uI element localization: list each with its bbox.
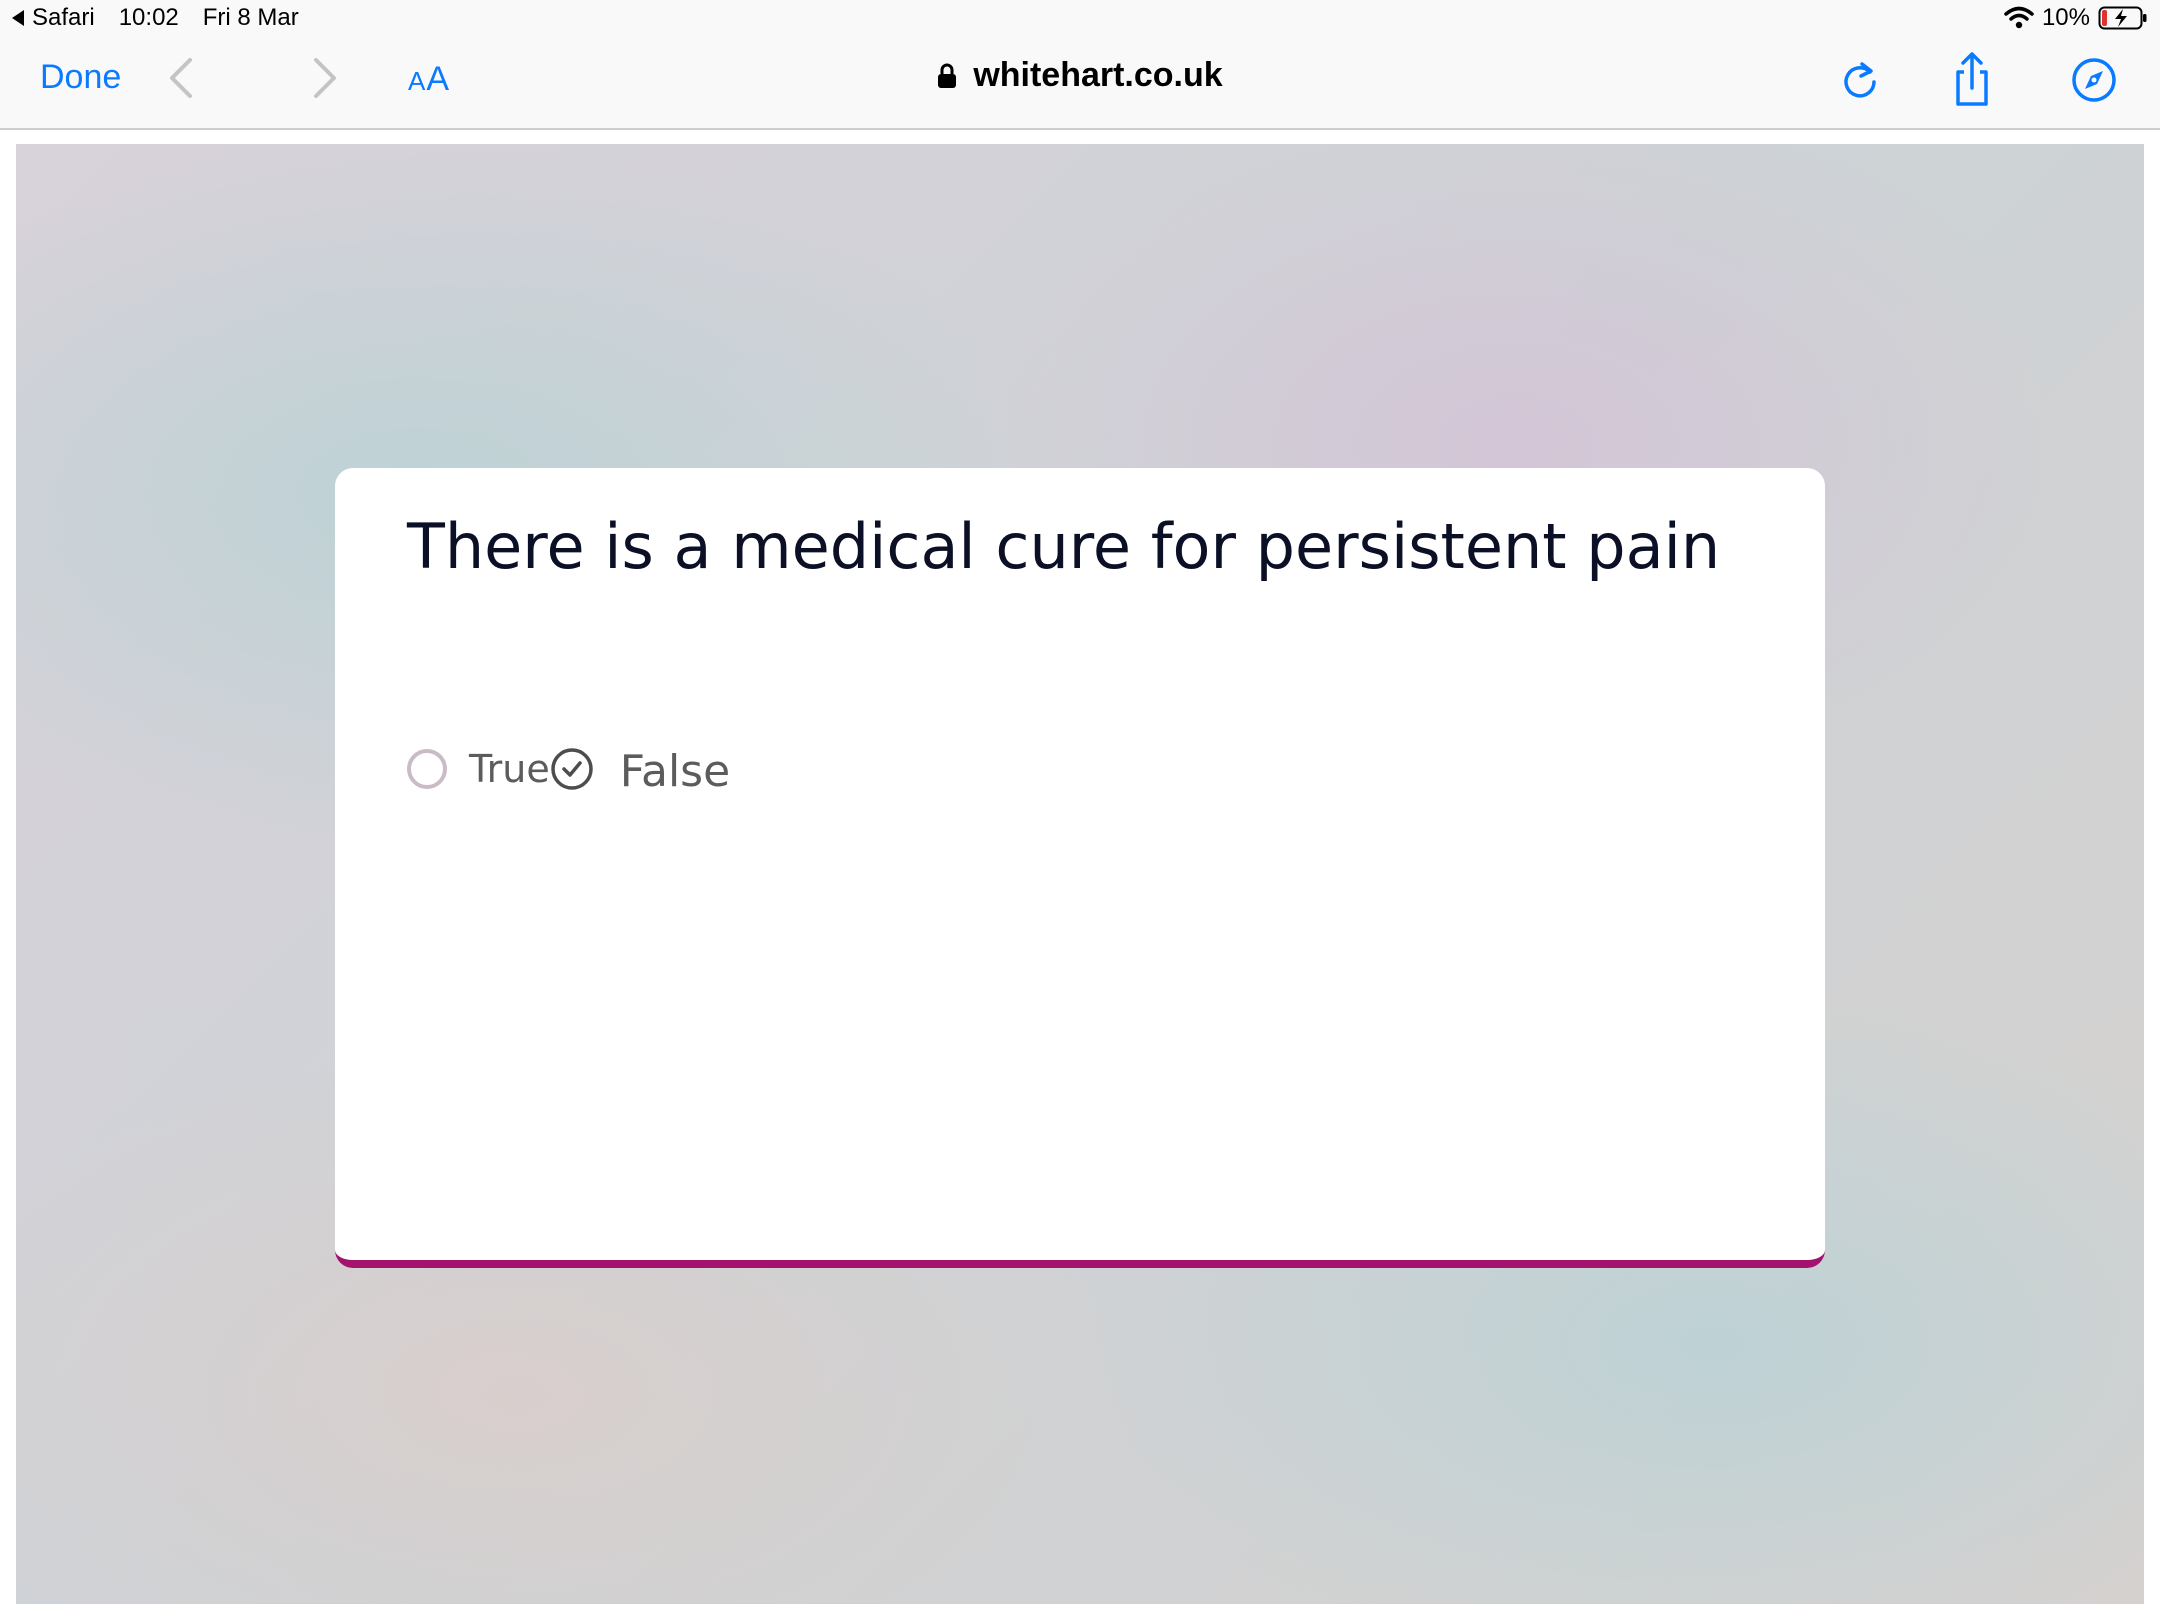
answer-options: True False bbox=[407, 740, 730, 797]
question-card: There is a medical cure for persistent p… bbox=[335, 468, 1825, 1268]
lock-icon bbox=[938, 63, 957, 88]
share-icon[interactable] bbox=[1942, 50, 2002, 110]
status-date: Fri 8 Mar bbox=[202, 4, 299, 31]
done-button[interactable]: Done bbox=[40, 58, 121, 97]
wifi-icon bbox=[2004, 6, 2034, 29]
option-false[interactable]: False bbox=[550, 740, 730, 797]
question-text: There is a medical cure for persistent p… bbox=[407, 510, 1721, 583]
status-time: 10:02 bbox=[118, 4, 179, 31]
back-triangle-icon bbox=[12, 10, 24, 26]
compass-icon[interactable] bbox=[2064, 50, 2124, 110]
battery-charging-icon bbox=[2098, 6, 2147, 30]
option-true-label: True bbox=[469, 746, 550, 791]
battery-percent: 10% bbox=[2041, 4, 2090, 31]
browser-toolbar: Done AA whitehart.co.uk bbox=[0, 40, 2160, 130]
text-size-button[interactable]: AA bbox=[408, 60, 450, 99]
back-app-label: Safari bbox=[32, 4, 95, 31]
chevron-left-icon[interactable] bbox=[162, 56, 202, 100]
status-left: Safari 10:02 Fri 8 Mar bbox=[12, 4, 299, 32]
address-url: whitehart.co.uk bbox=[973, 56, 1223, 94]
status-bar: Safari 10:02 Fri 8 Mar 10% bbox=[0, 0, 2160, 40]
web-content: There is a medical cure for persistent p… bbox=[16, 144, 2144, 1604]
status-right: 10% bbox=[2004, 4, 2148, 32]
reload-icon[interactable] bbox=[1830, 50, 1890, 110]
radio-unselected-icon[interactable] bbox=[407, 748, 447, 789]
chevron-right-icon[interactable] bbox=[304, 56, 344, 100]
text-size-large-a: A bbox=[426, 60, 451, 98]
back-to-app-link[interactable]: Safari bbox=[12, 4, 95, 32]
radio-checked-icon[interactable] bbox=[550, 747, 594, 791]
text-size-small-a: A bbox=[408, 66, 427, 96]
option-true[interactable]: True bbox=[407, 747, 550, 791]
option-false-label: False bbox=[619, 746, 731, 797]
address-field[interactable]: whitehart.co.uk bbox=[937, 56, 1223, 95]
